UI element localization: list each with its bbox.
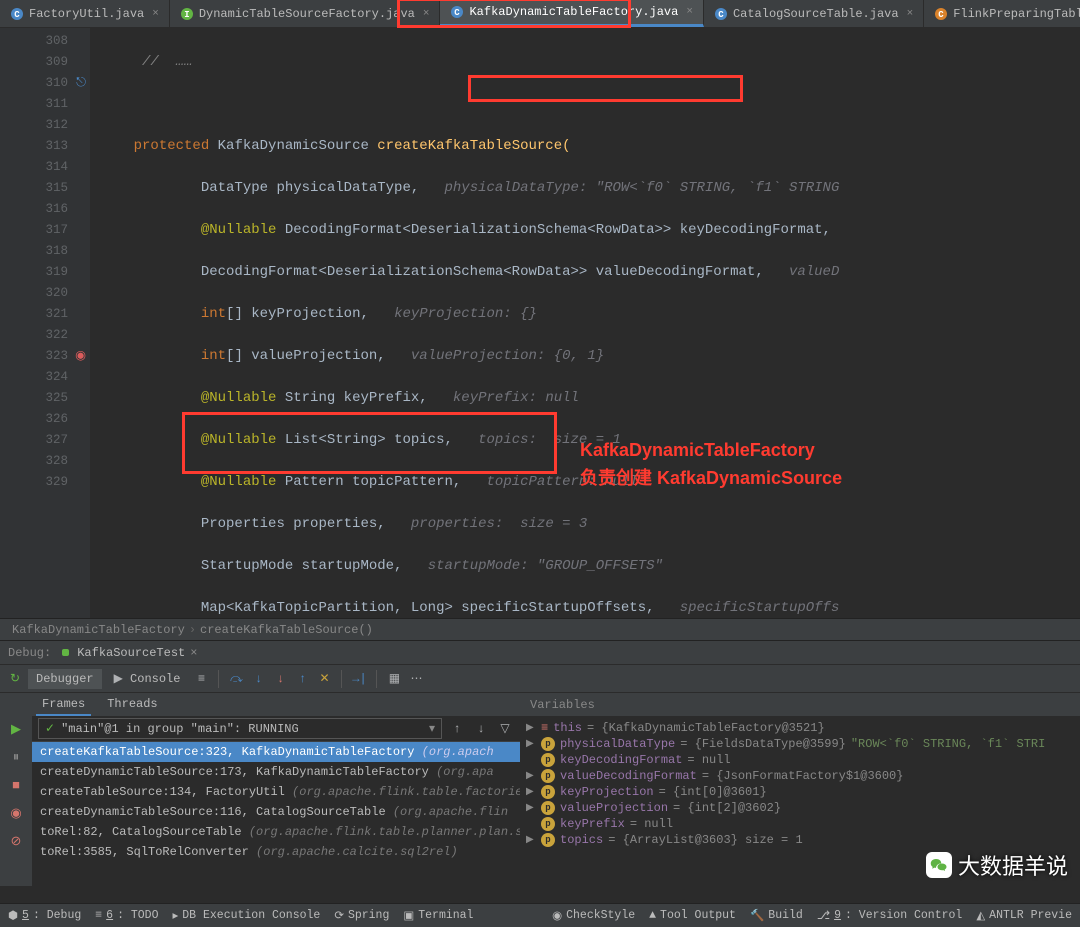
close-icon[interactable]: × [686, 6, 693, 18]
debug-subtabs: Frames Threads Variables [0, 692, 1080, 716]
class-icon: C [714, 7, 728, 21]
close-icon[interactable]: × [423, 8, 430, 20]
bug-icon [59, 646, 72, 659]
stack-frame[interactable]: createKafkaTableSource:323, KafkaDynamic… [32, 742, 520, 762]
toolwindow-terminal[interactable]: ▣ Terminal [403, 908, 473, 923]
toolwindow-antlr[interactable]: ◭ ANTLR Previe [976, 908, 1072, 923]
toolwindow-spring[interactable]: ⟳ Spring [334, 908, 389, 923]
variable-row[interactable]: pkeyDecodingFormat = null [526, 752, 1074, 768]
code-area[interactable]: // …… protected KafkaDynamicSource creat… [90, 28, 1080, 618]
more-icon[interactable]: ⋯ [407, 670, 425, 688]
param-icon: p [541, 769, 555, 783]
debug-side-toolbar: ▶ ⏸ ■ ◉ ⊘ [0, 716, 32, 886]
resume-icon[interactable]: ▶ [7, 720, 25, 738]
override-icon[interactable]: ⎋ [76, 73, 86, 94]
force-step-into-icon[interactable]: ↓ [271, 670, 289, 688]
tab-dyntablesrcfactory[interactable]: IDynamicTableSourceFactory.java× [170, 0, 441, 27]
step-into-icon[interactable]: ↓ [249, 670, 267, 688]
threads-tab[interactable]: Threads [101, 694, 163, 716]
editor-tabs: CFactoryUtil.java× IDynamicTableSourceFa… [0, 0, 1080, 28]
variable-row[interactable]: ▶pvalueDecodingFormat = {JsonFormatFacto… [526, 768, 1074, 784]
variable-row[interactable]: ▶ptopics = {ArrayList@3603} size = 1 [526, 832, 1074, 848]
class-icon: C [10, 7, 24, 21]
debug-toolbar: ↻ Debugger ▶ Console ≡ ⤼ ↓ ↓ ↑ ✕ →| ▦ ⋯ [0, 664, 1080, 692]
svg-text:C: C [14, 10, 20, 20]
close-icon[interactable]: × [190, 646, 197, 660]
stack-frame[interactable]: createDynamicTableSource:173, KafkaDynam… [32, 762, 520, 782]
svg-text:I: I [184, 10, 189, 20]
thread-selector[interactable]: ✓"main"@1 in group "main": RUNNING▾ ↑ ↓ … [32, 716, 520, 742]
toolwindow-tooloutput[interactable]: ▲ Tool Output [649, 909, 736, 922]
svg-text:C: C [455, 8, 461, 18]
tab-factoryutil[interactable]: CFactoryUtil.java× [0, 0, 170, 27]
code-editor[interactable]: 308309 310⎋ 3113123133143153163173183193… [0, 28, 1080, 618]
class-icon: C [934, 7, 948, 21]
console-tab[interactable]: ▶ Console [106, 668, 189, 689]
toolwindow-debug[interactable]: ⬢ 5: Debug [8, 908, 81, 923]
step-over-icon[interactable]: ⤼ [227, 670, 245, 688]
variable-row[interactable]: ▶pvalueProjection = {int[2]@3602} [526, 800, 1074, 816]
annotation-text: 负责创建 KafkaDynamicSource [580, 464, 842, 490]
close-icon[interactable]: × [152, 8, 159, 20]
debug-session-tab[interactable]: KafkaSourceTest× [59, 646, 197, 660]
stack-frame[interactable]: createDynamicTableSource:116, CatalogSou… [32, 802, 520, 822]
toolwindow-db[interactable]: ▸ DB Execution Console [173, 908, 321, 923]
class-icon: C [450, 5, 464, 19]
param-icon: p [541, 753, 555, 767]
interface-icon: I [180, 7, 194, 21]
toolwindow-todo[interactable]: ≡ 6: TODO [95, 909, 158, 922]
param-icon: p [541, 833, 555, 847]
filter-icon[interactable]: ▽ [496, 720, 514, 738]
tab-flinkpreparingtablebase[interactable]: CFlinkPreparingTableBase.java× [924, 0, 1080, 27]
wechat-icon [926, 852, 952, 878]
variables-title: Variables [520, 698, 595, 712]
pause-icon[interactable]: ⏸ [7, 748, 25, 766]
toolwindow-vcs[interactable]: ⎇ 9: Version Control [817, 908, 963, 923]
mute-breakpoints-icon[interactable]: ⊘ [7, 832, 25, 850]
svg-text:C: C [938, 10, 944, 20]
breadcrumb[interactable]: KafkaDynamicTableFactory›createKafkaTabl… [0, 618, 1080, 640]
next-frame-icon[interactable]: ↓ [472, 720, 490, 738]
frames-panel: ✓"main"@1 in group "main": RUNNING▾ ↑ ↓ … [32, 716, 520, 886]
more-icon[interactable]: ≡ [192, 670, 210, 688]
variable-row[interactable]: ▶≡this = {KafkaDynamicTableFactory@3521} [526, 720, 1074, 736]
step-out-icon[interactable]: ↑ [293, 670, 311, 688]
toolwindow-bar: ⬢ 5: Debug ≡ 6: TODO ▸ DB Execution Cons… [0, 903, 1080, 927]
param-icon: p [541, 801, 555, 815]
breakpoint-icon[interactable]: ◉ [75, 346, 86, 367]
drop-frame-icon[interactable]: ✕ [315, 670, 333, 688]
debug-body: ▶ ⏸ ■ ◉ ⊘ ✓"main"@1 in group "main": RUN… [0, 716, 1080, 886]
watermark: 大数据羊说 [926, 849, 1068, 881]
rerun-icon[interactable]: ↻ [6, 670, 24, 688]
param-icon: p [541, 785, 555, 799]
stop-icon[interactable]: ■ [7, 776, 25, 794]
prev-frame-icon[interactable]: ↑ [448, 720, 466, 738]
run-to-cursor-icon[interactable]: →| [350, 670, 368, 688]
variable-row[interactable]: ▶pkeyProjection = {int[0]@3601} [526, 784, 1074, 800]
tab-kafkadyntablefactory[interactable]: CKafkaDynamicTableFactory.java× [440, 0, 703, 27]
chevron-down-icon[interactable]: ▾ [429, 721, 435, 736]
debug-toolwindow-header: Debug: KafkaSourceTest× [0, 640, 1080, 664]
stack-frame[interactable]: toRel:82, CatalogSourceTable (org.apache… [32, 822, 520, 842]
gutter[interactable]: 308309 310⎋ 3113123133143153163173183193… [0, 28, 90, 618]
debug-label: Debug: [8, 646, 51, 660]
debugger-tab[interactable]: Debugger [28, 669, 102, 689]
annotation-text: KafkaDynamicTableFactory [580, 440, 815, 461]
frames-tab[interactable]: Frames [36, 694, 91, 716]
param-icon: p [541, 817, 555, 831]
toolwindow-build[interactable]: 🔨 Build [750, 908, 803, 923]
this-icon: ≡ [541, 721, 548, 735]
stack-frame[interactable]: createTableSource:134, FactoryUtil (org.… [32, 782, 520, 802]
toolwindow-checkstyle[interactable]: ◉ CheckStyle [552, 908, 635, 923]
svg-text:C: C [718, 10, 724, 20]
tab-catalogsrctable[interactable]: CCatalogSourceTable.java× [704, 0, 924, 27]
evaluate-icon[interactable]: ▦ [385, 670, 403, 688]
variable-row[interactable]: pkeyPrefix = null [526, 816, 1074, 832]
close-icon[interactable]: × [907, 8, 914, 20]
param-icon: p [541, 737, 555, 751]
variable-row[interactable]: ▶pphysicalDataType = {FieldsDataType@359… [526, 736, 1074, 752]
view-breakpoints-icon[interactable]: ◉ [7, 804, 25, 822]
stack-frame[interactable]: toRel:3585, SqlToRelConverter (org.apach… [32, 842, 520, 862]
